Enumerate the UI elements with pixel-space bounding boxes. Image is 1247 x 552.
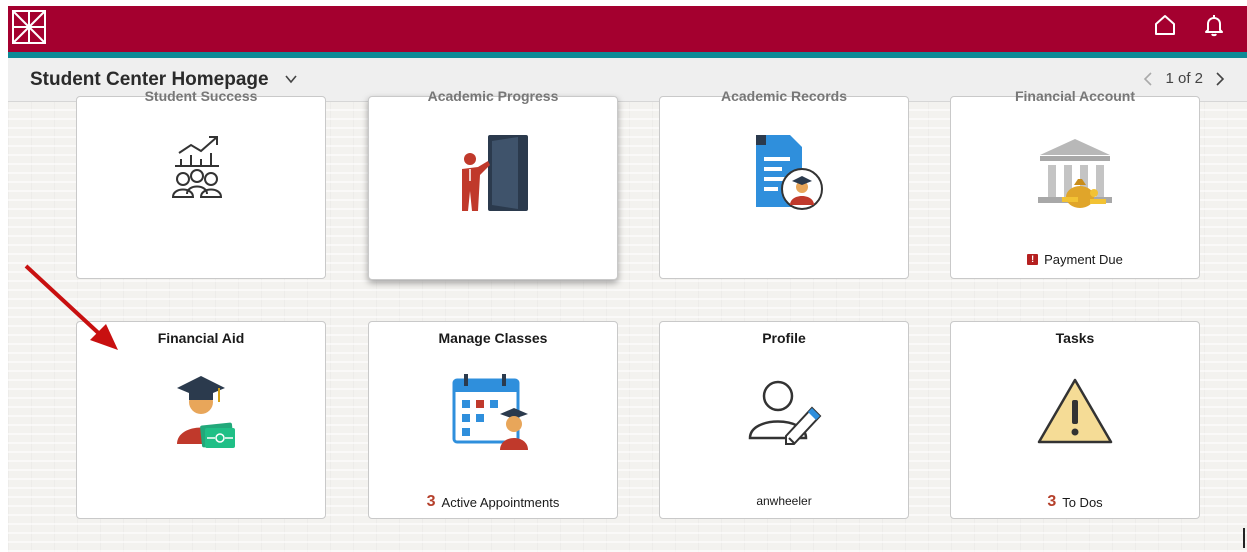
- tile-footer: 3 To Dos: [951, 493, 1199, 511]
- footer-label: To Dos: [1062, 494, 1103, 510]
- tile-title: Financial Account: [1014, 88, 1136, 104]
- user-pencil-icon: [748, 380, 822, 445]
- tile-title: Profile: [762, 330, 806, 346]
- tile-manage-classes[interactable]: Manage Classes 3 Active Appointments: [368, 321, 618, 519]
- footer-label: Payment Due: [1044, 252, 1123, 267]
- chevron-down-icon[interactable]: [284, 72, 298, 86]
- calendar-graduate-icon: [452, 374, 528, 450]
- tile-grid: Student Success Academic Progress Academ…: [8, 88, 1247, 552]
- graduate-cash-icon: [177, 376, 235, 448]
- home-icon[interactable]: [1153, 13, 1177, 37]
- top-banner: [8, 6, 1247, 52]
- bell-icon[interactable]: [1202, 13, 1226, 37]
- tile-academic-records[interactable]: Academic Records: [659, 88, 909, 279]
- document-graduate-icon: [756, 135, 823, 210]
- chevron-left-icon[interactable]: [1141, 71, 1155, 87]
- alert-icon: !: [1027, 254, 1039, 265]
- tile-footer: ! Payment Due: [951, 252, 1199, 267]
- tile-title: Academic Records: [720, 88, 848, 104]
- warning-triangle-icon: [1037, 378, 1113, 444]
- bank-moneybag-icon: [1038, 139, 1112, 208]
- tile-title: Tasks: [1055, 330, 1095, 346]
- tile-tasks[interactable]: Tasks 3 To Dos: [950, 321, 1200, 519]
- presenter-door-icon: [462, 135, 528, 211]
- tile-financial-account[interactable]: Financial Account ! Payment Due: [950, 88, 1200, 279]
- tile-footer: 3 Active Appointments: [369, 493, 617, 511]
- tile-title: Student Success: [144, 88, 258, 104]
- tile-footer: anwheeler: [660, 494, 908, 508]
- footer-label: Active Appointments: [441, 494, 560, 510]
- chevron-right-icon[interactable]: [1213, 71, 1227, 87]
- text-cursor: [1243, 528, 1245, 548]
- count-badge: 3: [1047, 493, 1057, 510]
- count-badge: 3: [426, 493, 436, 510]
- asterisk-grid-logo[interactable]: [12, 10, 46, 44]
- footer-label: anwheeler: [756, 494, 812, 508]
- success-chart-people-icon: [171, 136, 223, 198]
- tile-academic-progress[interactable]: Academic Progress: [368, 88, 618, 280]
- red-arrow-pointer: [24, 264, 118, 350]
- pager: 1 of 2: [1141, 70, 1227, 87]
- pager-text: 1 of 2: [1165, 70, 1203, 87]
- tile-student-success[interactable]: Student Success: [76, 88, 326, 279]
- tile-title: Manage Classes: [438, 330, 548, 346]
- tile-title: Academic Progress: [427, 88, 559, 104]
- tile-profile[interactable]: Profile anwheeler: [659, 321, 909, 519]
